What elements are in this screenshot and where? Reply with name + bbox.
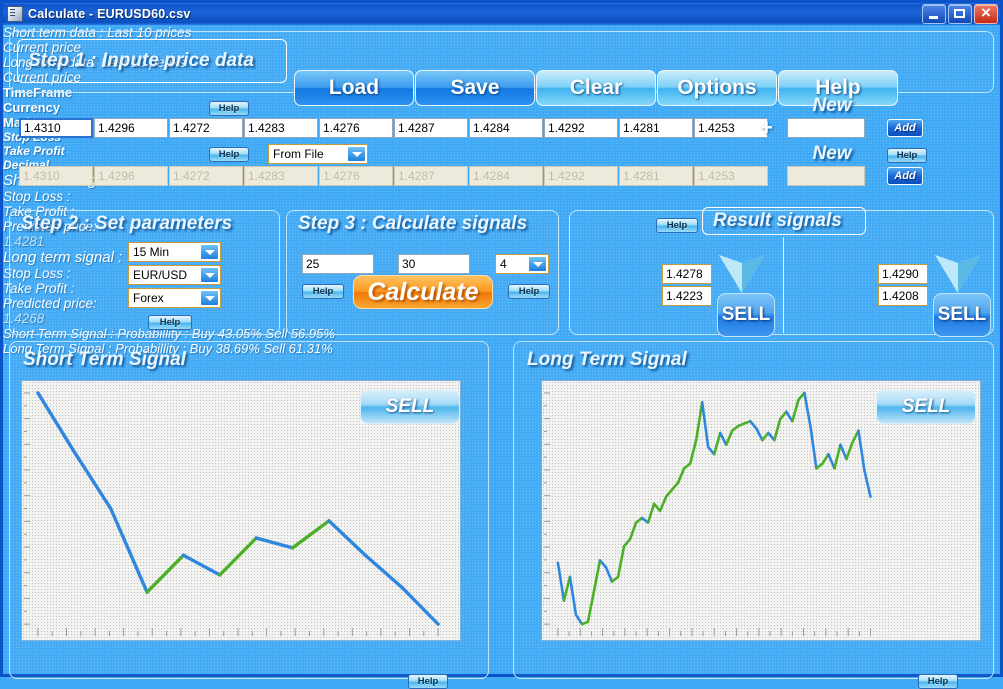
short-new-label: New <box>812 95 852 116</box>
short-add-button[interactable]: Add <box>887 119 923 137</box>
long-peak-field-2[interactable]: 1.4296 <box>94 166 168 186</box>
long-current-price-field[interactable]: 1.4253 <box>694 166 768 186</box>
load-button[interactable]: Load <box>294 70 414 106</box>
long-chart-help-button[interactable]: Help <box>918 674 958 689</box>
step3-header: Step 3 : Calculate signals <box>298 213 528 234</box>
results-header: Result signals <box>702 207 866 235</box>
chevron-down-icon[interactable] <box>528 256 547 272</box>
decimal-value: 4 <box>500 257 507 271</box>
long-new-label: New <box>812 143 852 164</box>
client-area: Step 1 : Inpute price data Load Save Cle… <box>3 25 1000 689</box>
long-peak-field-9[interactable]: 1.4281 <box>619 166 693 186</box>
results-help-button[interactable]: Help <box>656 218 698 233</box>
step2-help-button[interactable]: Help <box>148 315 192 330</box>
calculate-button[interactable]: Calculate <box>353 275 493 309</box>
title-bar: Calculate - EURUSD60.csv <box>3 2 1000 25</box>
close-icon[interactable] <box>974 2 998 24</box>
app-icon <box>7 6 23 22</box>
take-profit-input[interactable]: 30 <box>398 254 470 274</box>
long-peak-field-7[interactable]: 1.4284 <box>469 166 543 186</box>
long-sell-indicator[interactable]: SELL <box>933 293 991 337</box>
short-chart-help-button[interactable]: Help <box>408 674 448 689</box>
short-price-field-2[interactable]: 1.4296 <box>94 118 168 138</box>
market-value: Forex <box>133 291 164 305</box>
long-peak-field-6[interactable]: 1.4287 <box>394 166 468 186</box>
save-button[interactable]: Save <box>415 70 535 106</box>
window-controls <box>922 2 998 24</box>
results-divider <box>783 237 784 333</box>
long-down-arrow-icon <box>935 255 981 293</box>
short-down-arrow-icon <box>719 255 765 293</box>
window-title: Calculate - EURUSD60.csv <box>28 7 191 21</box>
long-take-profit-value[interactable]: 1.4208 <box>878 286 928 306</box>
short-price-field-1[interactable]: 1.4310 <box>19 118 93 138</box>
long-term-source-dropdown[interactable]: From File <box>268 144 368 164</box>
short-stop-loss-value[interactable]: 1.4278 <box>662 264 712 284</box>
long-peak-field-3[interactable]: 1.4272 <box>169 166 243 186</box>
options-button[interactable]: Options <box>657 70 777 106</box>
long-chart-title: Long Term Signal <box>527 349 687 370</box>
long-peak-field-5[interactable]: 1.4276 <box>319 166 393 186</box>
timeframe-value: 15 Min <box>133 245 170 259</box>
currency-dropdown[interactable]: EUR/USD <box>128 265 221 285</box>
long-stop-loss-value[interactable]: 1.4290 <box>878 264 928 284</box>
step2-header: Step 2 : Set parameters <box>21 213 233 234</box>
chevron-down-icon[interactable] <box>347 146 366 162</box>
chevron-down-icon[interactable] <box>200 290 219 306</box>
short-price-field-9[interactable]: 1.4281 <box>619 118 693 138</box>
short-price-field-4[interactable]: 1.4283 <box>244 118 318 138</box>
decimal-dropdown[interactable]: 4 <box>495 254 549 274</box>
short-new-field[interactable] <box>787 118 865 138</box>
timeframe-dropdown[interactable]: 15 Min <box>128 242 221 262</box>
short-stop-loss-label: Stop Loss : <box>3 189 71 204</box>
long-add-button[interactable]: Add <box>887 167 923 185</box>
short-current-price-field[interactable]: 1.4253 <box>694 118 768 138</box>
short-price-field-3[interactable]: 1.4272 <box>169 118 243 138</box>
short-price-field-5[interactable]: 1.4276 <box>319 118 393 138</box>
long-peak-field-8[interactable]: 1.4292 <box>544 166 618 186</box>
short-chart-sell-badge[interactable]: SELL <box>360 390 460 424</box>
plus-icon: + <box>760 115 773 140</box>
currency-value: EUR/USD <box>133 268 188 282</box>
maximize-icon[interactable] <box>948 4 972 24</box>
short-price-field-8[interactable]: 1.4292 <box>544 118 618 138</box>
short-price-field-7[interactable]: 1.4284 <box>469 118 543 138</box>
step3-help-left-button[interactable]: Help <box>302 284 344 299</box>
short-sell-indicator[interactable]: SELL <box>717 293 775 337</box>
long-term-data-help-button[interactable]: Help <box>209 147 249 162</box>
step1-header: Step 1 : Inpute price data <box>17 39 287 83</box>
long-row-help-button[interactable]: Help <box>887 148 927 163</box>
application-window: Calculate - EURUSD60.csv Step 1 : Inpute… <box>0 0 1003 689</box>
long-peak-field-4[interactable]: 1.4283 <box>244 166 318 186</box>
long-new-field[interactable] <box>787 166 865 186</box>
short-price-field-6[interactable]: 1.4287 <box>394 118 468 138</box>
chevron-down-icon[interactable] <box>200 244 219 260</box>
long-chart-sell-badge[interactable]: SELL <box>876 390 976 424</box>
short-term-data-help-button[interactable]: Help <box>209 101 249 116</box>
long-term-source-value: From File <box>273 147 324 161</box>
step3-help-right-button[interactable]: Help <box>508 284 550 299</box>
minimize-icon[interactable] <box>922 4 946 24</box>
short-chart-title: Short Term Signal <box>23 349 186 370</box>
market-dropdown[interactable]: Forex <box>128 288 221 308</box>
clear-button[interactable]: Clear <box>536 70 656 106</box>
chevron-down-icon[interactable] <box>200 267 219 283</box>
long-peak-field-1[interactable]: 1.4310 <box>19 166 93 186</box>
short-take-profit-value[interactable]: 1.4223 <box>662 286 712 306</box>
stop-loss-input[interactable]: 25 <box>302 254 374 274</box>
